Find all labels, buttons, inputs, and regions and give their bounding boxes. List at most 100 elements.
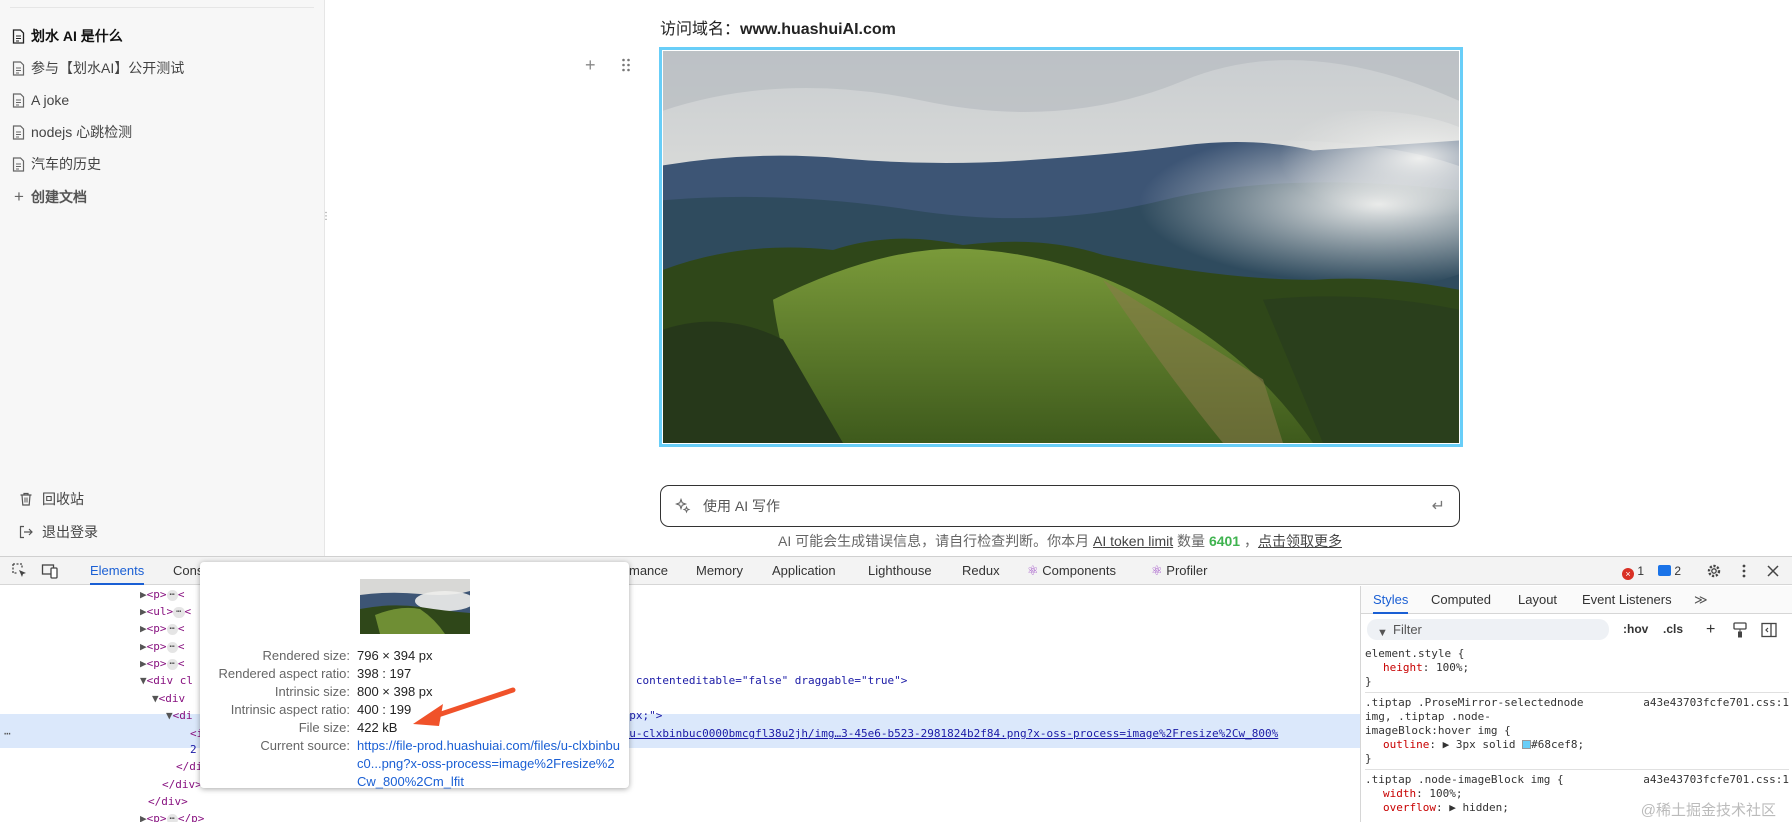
tooltip-label: File size:: [298, 720, 350, 735]
watermark: @稀土掘金技术社区: [1640, 802, 1776, 819]
doc-item-label: A joke: [31, 92, 70, 108]
document-icon: [12, 92, 25, 108]
dom-node-close-div: </div>: [148, 795, 188, 808]
drag-handle-icon[interactable]: [620, 57, 632, 73]
filter-placeholder: Filter: [1393, 622, 1422, 637]
cls-toggle[interactable]: .cls: [1663, 619, 1683, 640]
hov-toggle[interactable]: :hov: [1623, 619, 1648, 640]
document-icon: [12, 28, 25, 44]
css-prop-name: overflow: [1383, 801, 1436, 814]
close-devtools-icon[interactable]: [1764, 562, 1782, 580]
trash-button[interactable]: 回收站: [18, 482, 298, 515]
more-tabs-icon[interactable]: ≫: [1694, 586, 1708, 614]
css-rules-list: element.style { height: 100%; } .tiptap …: [1365, 647, 1789, 815]
sidebar: 划水 AI 是什么 参与【划水AI】公开测试 A joke nodejs 心跳检…: [0, 0, 325, 556]
tab-components[interactable]: ⚛ Components: [1027, 557, 1116, 585]
doc-item-car-history[interactable]: 汽车的历史: [12, 148, 312, 180]
dom-node-close-div: </div>: [162, 778, 202, 791]
doc-item-nodejs-heartbeat[interactable]: nodejs 心跳检测: [12, 116, 312, 148]
tab-application[interactable]: Application: [772, 557, 836, 585]
count-label: 数量: [1173, 533, 1209, 549]
styles-filter-input[interactable]: ▼ Filter: [1367, 619, 1609, 640]
styles-pane: Styles Computed Layout Event Listeners ≫…: [1360, 586, 1792, 822]
new-rule-icon[interactable]: +: [1706, 619, 1715, 640]
inspect-element-icon[interactable]: [11, 562, 29, 580]
paint-brush-icon[interactable]: [1733, 622, 1747, 638]
message-icon: [1658, 565, 1671, 576]
trash-label: 回收站: [42, 490, 84, 507]
tab-profiler[interactable]: ⚛ Profiler: [1151, 557, 1207, 585]
doc-item-what-is-huashui[interactable]: 划水 AI 是什么: [12, 20, 312, 52]
document-icon: [12, 124, 25, 140]
tab-layout[interactable]: Layout: [1518, 586, 1557, 614]
sidebar-divider: [10, 7, 314, 8]
token-count: 6401: [1208, 533, 1241, 549]
image-block[interactable]: [659, 47, 1463, 447]
toggle-sidebar-icon[interactable]: [1761, 622, 1777, 638]
dom-node-div[interactable]: ▼<div: [152, 690, 185, 707]
tab-profiler-label: Profiler: [1166, 563, 1208, 578]
tab-lighthouse[interactable]: Lighthouse: [868, 557, 932, 585]
error-counter[interactable]: × 1: [1622, 557, 1644, 585]
tooltip-row: Current source: https://file-prod.huashui…: [200, 737, 629, 789]
settings-gear-icon[interactable]: [1705, 562, 1723, 580]
ai-write-input[interactable]: 使用 AI 写作 ↵: [660, 485, 1460, 527]
create-document-button[interactable]: + 创建文档: [12, 180, 312, 214]
dom-node-div[interactable]: ▼<div cl: [140, 672, 193, 689]
dom-node-p[interactable]: ▶<p> ⋯ <: [140, 638, 185, 655]
device-toolbar-icon[interactable]: [41, 562, 59, 580]
tab-elements[interactable]: Elements: [90, 557, 145, 585]
css-declaration[interactable]: outline: ▶ 3px solid #68cef8;: [1365, 738, 1789, 752]
css-selector-line2: img, .tiptap .node-: [1365, 710, 1491, 723]
attr-contenteditable: e" contenteditable="false" draggable="tr…: [616, 672, 907, 689]
dom-node-div[interactable]: ▼<di: [166, 707, 193, 724]
css-rule-close: }: [1365, 675, 1372, 688]
dom-node-p[interactable]: ▶<p> ⋯ </p>: [140, 810, 204, 822]
ai-write-placeholder: 使用 AI 写作: [703, 498, 781, 514]
tab-styles[interactable]: Styles: [1373, 586, 1409, 614]
node-actions-icon[interactable]: ⋯: [4, 725, 11, 742]
logout-button[interactable]: 退出登录: [18, 515, 298, 548]
dom-node-ul[interactable]: ▶<ul> ⋯ <: [140, 603, 191, 620]
error-count: 1: [1637, 564, 1645, 578]
doc-item-public-test[interactable]: 参与【划水AI】公开测试: [12, 52, 312, 84]
tooltip-value: 398 : 197: [357, 666, 412, 681]
attr-src-link[interactable]: s/u-clxbinbuc0000bmcgfl38u2jh/img…3-45e6…: [616, 725, 1278, 742]
enter-icon[interactable]: ↵: [1432, 496, 1445, 516]
tab-redux[interactable]: Redux: [962, 557, 1000, 585]
doc-item-label: 划水 AI 是什么: [31, 28, 123, 44]
dom-node-p[interactable]: ▶<p> ⋯ <: [140, 586, 185, 603]
dom-node-p[interactable]: ▶<p> ⋯ <: [140, 655, 185, 672]
attr-contenteditable-text: e" contenteditable="false" draggable="tr…: [616, 674, 908, 687]
css-source-link[interactable]: a43e43703fcfe701.css:1: [1643, 696, 1789, 710]
css-selector-text: .tiptap .node-imageBlock img {: [1365, 773, 1564, 786]
tab-computed[interactable]: Computed: [1431, 586, 1491, 614]
sidebar-resize-handle[interactable]: ⋮: [321, 210, 331, 224]
css-prop-name: width: [1383, 787, 1417, 800]
get-more-link[interactable]: 点击领取更多: [1258, 533, 1342, 549]
tab-event-listeners[interactable]: Event Listeners: [1582, 586, 1672, 614]
css-rule-selector: element.style {: [1365, 647, 1789, 661]
add-block-button[interactable]: +: [585, 55, 596, 76]
dom-node-close-div: </di: [176, 760, 203, 773]
tooltip-source-link[interactable]: https://file-prod.huashuiai.com/files/u-…: [357, 737, 622, 791]
tooltip-value: 796 × 394 px: [357, 648, 433, 663]
tab-console[interactable]: Cons: [173, 557, 203, 585]
doc-item-label: 汽车的历史: [31, 156, 101, 172]
tab-performance[interactable]: mance: [629, 557, 668, 585]
landscape-image: [663, 51, 1459, 443]
react-icon: ⚛: [1027, 563, 1039, 578]
css-declaration[interactable]: height: 100%;: [1365, 661, 1789, 675]
tab-memory[interactable]: Memory: [696, 557, 743, 585]
message-counter[interactable]: 2: [1658, 557, 1681, 585]
css-prop-value: 3px solid: [1455, 738, 1516, 751]
image-info-tooltip: Rendered size: 796 × 394 px Rendered aspe…: [200, 562, 629, 789]
dom-node-p[interactable]: ▶<p> ⋯ <: [140, 620, 185, 637]
doc-item-a-joke[interactable]: A joke: [12, 84, 312, 116]
token-limit-link[interactable]: AI token limit: [1093, 533, 1173, 549]
color-swatch[interactable]: [1522, 740, 1532, 749]
tooltip-value: 400 : 199: [357, 702, 412, 717]
more-options-icon[interactable]: [1735, 562, 1753, 580]
tooltip-label: Intrinsic size:: [274, 684, 350, 699]
css-source-link[interactable]: a43e43703fcfe701.css:1: [1643, 773, 1789, 787]
